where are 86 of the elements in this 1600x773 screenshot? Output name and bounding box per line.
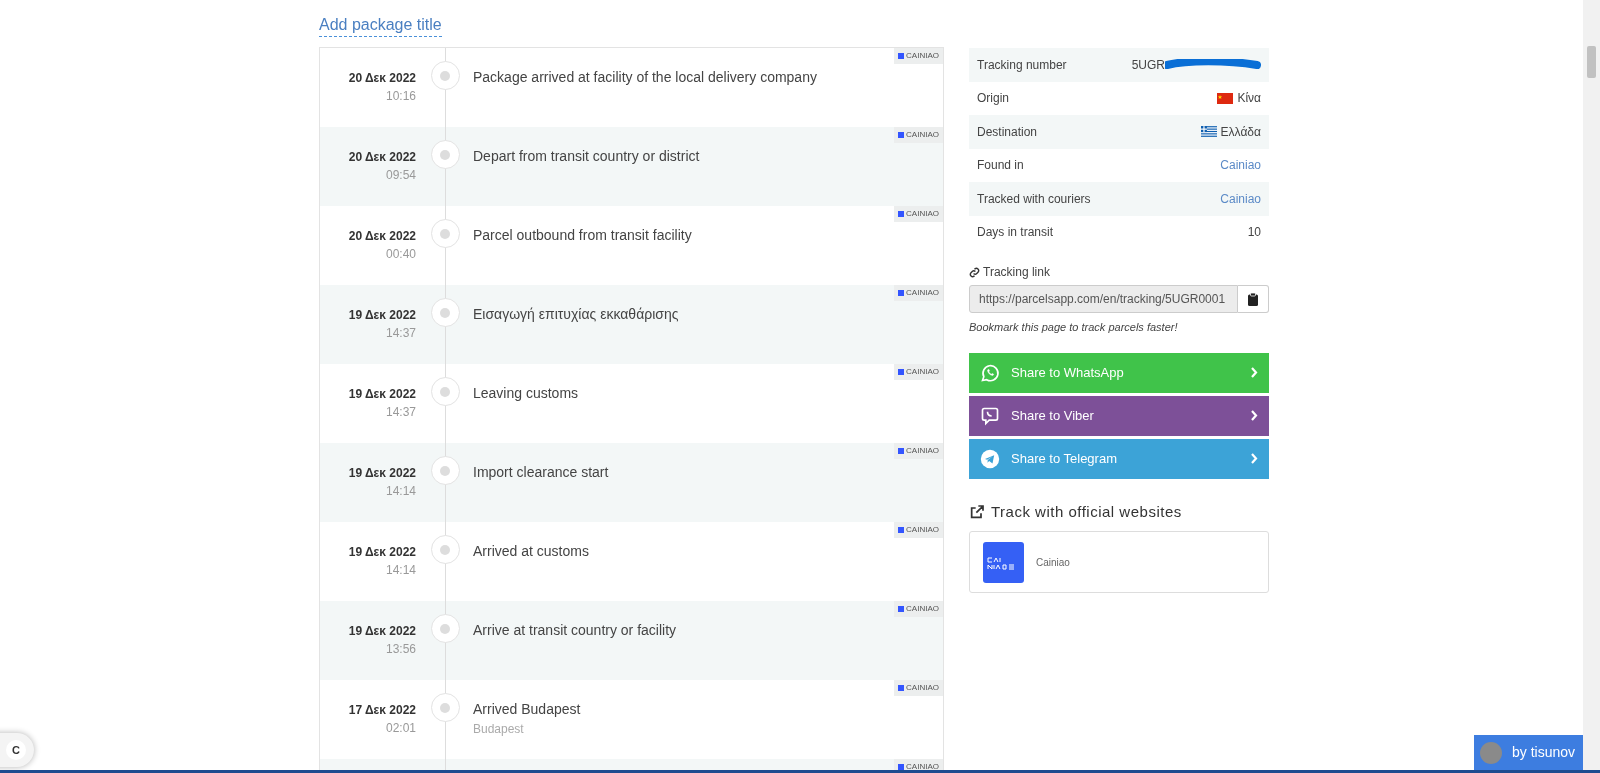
carrier-name: Cainiao: [1036, 555, 1070, 570]
share-button[interactable]: Share to Viber: [969, 395, 1269, 436]
carrier-tag: CAINIAO: [894, 285, 943, 301]
event-status: Leaving customs: [473, 384, 579, 403]
logo-icon: [898, 448, 905, 454]
phone-bubble-icon: [980, 405, 1000, 426]
event-date: 19 Δεκ 2022: [348, 623, 416, 640]
event-status: Εισαγωγή επιτυχίας εκκαθάρισης: [473, 305, 679, 324]
detail-label: Destination: [977, 123, 1038, 141]
event-date: 20 Δεκ 2022: [348, 70, 416, 87]
event-status: Arrived Budapest: [473, 700, 581, 719]
carrier-tag: CAINIAO: [894, 206, 943, 222]
event-time: 14:14: [385, 562, 416, 579]
carrier-tag: CAINIAO: [894, 522, 943, 538]
logo-icon: [898, 685, 905, 691]
detail-value: 5UGR: [1131, 56, 1165, 74]
event-time: 10:16: [385, 88, 416, 105]
logo-icon: [898, 53, 905, 59]
event-time: 14:14: [385, 483, 416, 500]
logo-icon: [898, 527, 905, 533]
event-status: Import clearance start: [473, 463, 609, 482]
detail-label: Days in transit: [977, 224, 1054, 242]
event-date: 19 Δεκ 2022: [348, 544, 416, 561]
flag-icon: [1217, 92, 1234, 104]
carrier-tag: CAINIAO: [894, 601, 943, 617]
add-title-link[interactable]: Add package title: [319, 14, 442, 37]
detail-value: 10: [1247, 224, 1261, 242]
event-time: 14:37: [385, 404, 416, 421]
chat-button[interactable]: C: [0, 733, 34, 767]
carrier-tag: CAINIAO: [894, 680, 943, 696]
credit-badge[interactable]: by tisunov: [1474, 735, 1583, 770]
logo-icon: [898, 606, 905, 612]
share-button[interactable]: Share to WhatsApp: [969, 352, 1269, 393]
tracking-link-label: Tracking link: [983, 264, 1050, 281]
link-icon: [969, 266, 980, 278]
event-time: 00:40: [385, 246, 416, 263]
flag-icon: [1200, 126, 1217, 138]
event-date: 17 Δεκ 2022: [348, 702, 416, 719]
carrier-tag: CAINIAO: [894, 364, 943, 380]
tracking-link-field[interactable]: https://parcelsapp.com/en/tracking/5UGR0001: [969, 285, 1238, 313]
logo-icon: [898, 290, 905, 296]
bookmark-note: Bookmark this page to track parcels faster!: [969, 320, 1179, 335]
carrier-tag: CAINIAO: [894, 48, 943, 64]
detail-value: Ελλάδα: [1220, 123, 1261, 141]
courier-link[interactable]: Cainiao: [1220, 156, 1261, 175]
event-date: 20 Δεκ 2022: [348, 149, 416, 166]
event-time: 14:37: [385, 325, 416, 342]
event-time: 09:54: [385, 167, 416, 184]
detail-label: Found in: [977, 157, 1024, 175]
paper-plane-icon: [980, 448, 1000, 469]
logo-icon: [898, 211, 905, 217]
external-link-icon: [969, 503, 985, 520]
event-status: Arrive at transit country or facility: [473, 621, 677, 640]
courier-link[interactable]: Cainiao: [1220, 189, 1261, 208]
avatar-icon: [1480, 741, 1502, 764]
carrier-logo: [983, 541, 1024, 583]
event-time: 13:56: [385, 641, 416, 658]
event-status: Arrived at customs: [473, 542, 589, 561]
event-time: 02:01: [385, 720, 416, 737]
logo-icon: [898, 369, 905, 375]
carrier-tag: CAINIAO: [894, 443, 943, 459]
chevron-right-icon: [1250, 367, 1258, 378]
clipboard-icon: [1248, 292, 1258, 306]
carrier-tag: CAINIAO: [894, 127, 943, 143]
event-status: Depart from transit country or district: [473, 147, 700, 166]
copy-button[interactable]: [1238, 285, 1269, 313]
event-status: Package arrived at facility of the local delivery company: [473, 68, 817, 87]
event-location: Budapest: [473, 721, 525, 738]
carrier-card[interactable]: Cainiao: [969, 531, 1269, 593]
chevron-right-icon: [1250, 410, 1258, 421]
event-date: 20 Δεκ 2022: [348, 228, 416, 245]
share-button[interactable]: Share to Telegram: [969, 438, 1269, 479]
chat-bubble-phone-icon: [980, 362, 1000, 383]
detail-value: Κίνα: [1237, 90, 1261, 108]
chevron-right-icon: [1250, 453, 1258, 464]
event-date: 19 Δεκ 2022: [348, 386, 416, 403]
event-date: 19 Δεκ 2022: [348, 307, 416, 324]
official-heading: Track with official websites: [991, 501, 1182, 522]
event-status: Parcel outbound from transit facility: [473, 226, 692, 245]
detail-label: Tracked with couriers: [977, 190, 1091, 208]
detail-label: Tracking number: [977, 56, 1067, 74]
logo-icon: [898, 132, 905, 138]
logo-icon: [898, 764, 905, 770]
scrollbar[interactable]: [1583, 0, 1600, 773]
event-date: 19 Δεκ 2022: [348, 465, 416, 482]
detail-label: Origin: [977, 90, 1009, 108]
